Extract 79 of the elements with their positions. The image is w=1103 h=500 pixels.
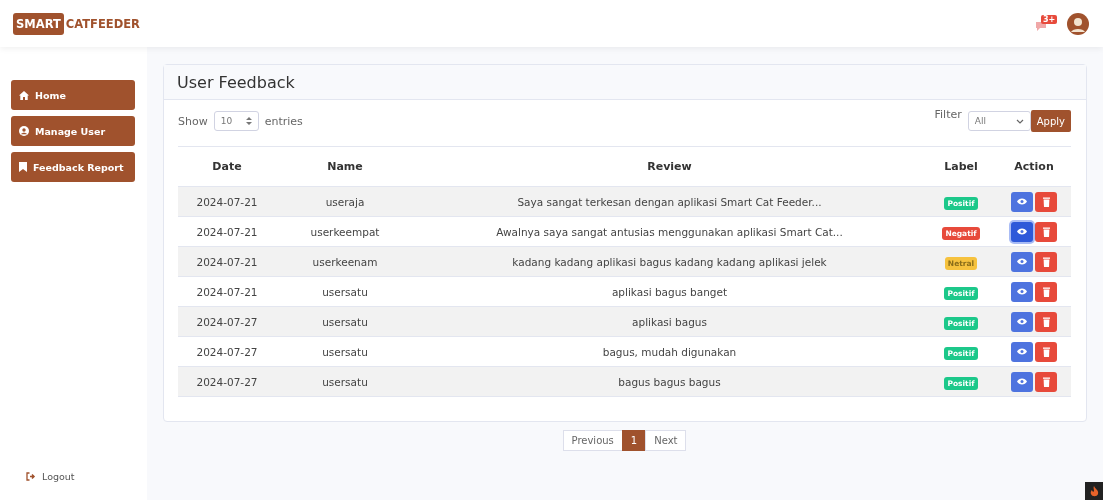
delete-button[interactable] (1035, 371, 1057, 392)
table-cell: aplikasi bagus banget (611, 285, 728, 298)
delete-button[interactable] (1035, 341, 1057, 362)
eye-icon (1017, 198, 1027, 205)
table-cell: 2024-07-21 (196, 255, 258, 268)
previous-button[interactable]: Previous (562, 430, 623, 451)
table-cell: 2024-07-27 (196, 315, 258, 328)
home-icon (19, 90, 29, 100)
table-cell: Saya sangat terkesan dengan aplikasi Smart Cat Feeder... (517, 195, 822, 208)
table-cell: 2024-07-27 (196, 375, 258, 388)
sort-arrows-icon (245, 117, 252, 125)
table-cell: usersatu (322, 345, 368, 358)
table-cell: 2024-07-21 (196, 225, 258, 238)
eye-icon (1017, 348, 1027, 355)
eye-icon (1017, 288, 1027, 295)
debug-toolbar-button[interactable] (1085, 482, 1103, 500)
table-cell: userkeempat (310, 225, 380, 238)
view-button[interactable] (1011, 191, 1033, 212)
notification-badge: 3+ (1041, 14, 1058, 24)
column-header: Review (647, 160, 692, 173)
trash-icon (1042, 256, 1050, 267)
table-cell: useraja (325, 195, 365, 208)
entries-select[interactable]: 10 (213, 111, 259, 131)
bookmark-icon (19, 162, 27, 172)
column-header: Name (327, 160, 363, 173)
eye-icon (1017, 318, 1027, 325)
trash-icon (1042, 376, 1050, 387)
table-cell: userkeenam (312, 255, 378, 268)
view-button[interactable] (1011, 341, 1033, 362)
table-cell: usersatu (322, 285, 368, 298)
user-icon (19, 126, 29, 136)
table-cell: aplikasi bagus (632, 315, 707, 328)
column-header: Label (944, 160, 978, 173)
delete-button[interactable] (1035, 191, 1057, 212)
delete-button[interactable] (1035, 311, 1057, 332)
table-cell: 2024-07-21 (196, 285, 258, 298)
eye-icon (1017, 378, 1027, 385)
column-header: Date (212, 160, 242, 173)
logo-text: CATFEEDER (65, 16, 140, 31)
flame-icon (1089, 485, 1099, 497)
view-button[interactable] (1011, 281, 1033, 302)
trash-icon (1042, 316, 1050, 327)
chevron-down-icon (1015, 118, 1024, 124)
eye-icon (1017, 228, 1027, 235)
filter-label: Filter (934, 108, 962, 121)
table-cell: kadang kadang aplikasi bagus kadang kadang aplikasi jelek (512, 255, 827, 268)
sidebar-item[interactable]: Home (11, 80, 135, 110)
view-button[interactable] (1011, 251, 1033, 272)
next-button[interactable]: Next (645, 430, 687, 451)
trash-icon (1042, 286, 1050, 297)
logout-icon (26, 472, 36, 481)
table-cell: 2024-07-27 (196, 345, 258, 358)
table-cell: Awalnya saya sangat antusias menggunakan aplikasi Smart Cat... (496, 225, 843, 238)
table-cell: bagus bagus bagus (618, 375, 721, 388)
eye-icon (1017, 258, 1027, 265)
table-cell: usersatu (322, 375, 368, 388)
apply-button[interactable]: Apply (1030, 110, 1071, 132)
delete-button[interactable] (1035, 251, 1057, 272)
sidebar-item[interactable]: Feedback Report (11, 152, 135, 182)
trash-icon (1042, 346, 1050, 357)
view-button[interactable] (1011, 371, 1033, 392)
filter-select[interactable]: All (967, 111, 1031, 131)
view-button[interactable] (1011, 221, 1033, 242)
delete-button[interactable] (1035, 221, 1057, 242)
show-label: Show (178, 114, 208, 128)
avatar-icon[interactable] (1067, 12, 1089, 35)
logo-highlight: SMART (13, 12, 64, 35)
logout-link[interactable]: Logout (0, 471, 147, 482)
table-cell: usersatu (322, 315, 368, 328)
entries-label: entries (264, 114, 303, 128)
table-cell: bagus, mudah digunakan (602, 345, 737, 358)
view-button[interactable] (1011, 311, 1033, 332)
sidebar-item[interactable]: Manage User (11, 116, 135, 146)
trash-icon (1042, 196, 1050, 207)
delete-button[interactable] (1035, 281, 1057, 302)
table-cell: 2024-07-21 (196, 195, 258, 208)
trash-icon (1042, 226, 1050, 237)
column-header: Action (1014, 160, 1054, 173)
card-title: User Feedback (177, 72, 295, 92)
